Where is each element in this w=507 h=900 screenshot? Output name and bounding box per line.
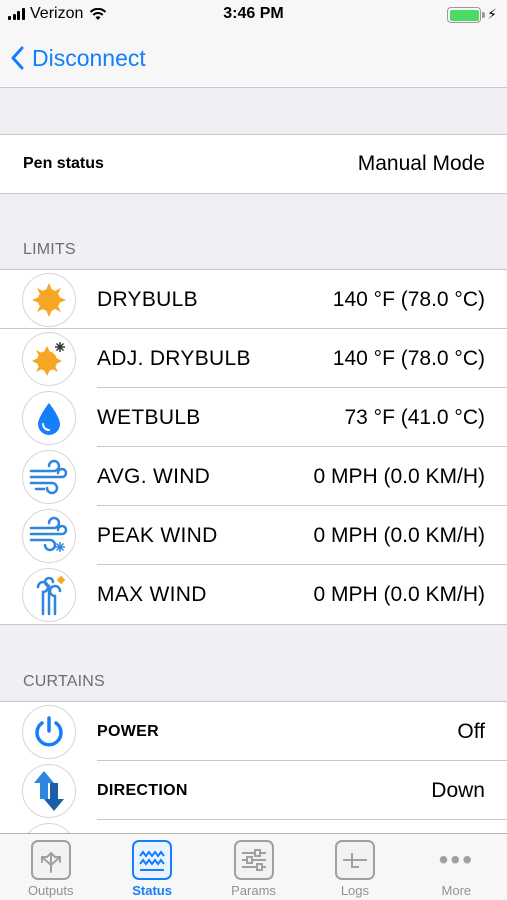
- sliders-icon: [233, 840, 274, 880]
- limit-value-adj-drybulb: 140 °F (78.0 °C): [332, 346, 485, 370]
- disconnect-back-button[interactable]: Disconnect: [10, 40, 146, 76]
- tab-bar: Outputs Status Params Logs ••• More: [0, 833, 507, 900]
- limits-section-header: LIMITS: [23, 241, 76, 258]
- limit-row-max-wind[interactable]: MAX WIND 0 MPH (0.0 KM/H): [0, 565, 507, 624]
- tab-params[interactable]: Params: [203, 834, 304, 900]
- limit-row-avg-wind[interactable]: AVG. WIND 0 MPH (0.0 KM/H): [0, 447, 507, 506]
- curtain-value-direction: Down: [431, 778, 485, 802]
- limit-value-peak-wind: 0 MPH (0.0 KM/H): [313, 523, 485, 547]
- limit-row-peak-wind[interactable]: PEAK WIND 0 MPH (0.0 KM/H): [0, 506, 507, 565]
- logs-icon: [334, 840, 375, 880]
- curtain-label-direction: DIRECTION: [97, 781, 188, 799]
- limit-value-wetbulb: 73 °F (41.0 °C): [344, 405, 485, 429]
- limit-label-avg-wind: AVG. WIND: [97, 464, 211, 488]
- status-bar: Verizon 3:46 PM ⚡: [0, 0, 507, 30]
- wind-icon: [22, 450, 76, 504]
- limit-value-avg-wind: 0 MPH (0.0 KM/H): [313, 464, 485, 488]
- back-label: Disconnect: [32, 44, 146, 71]
- water-drop-icon: [22, 391, 76, 445]
- power-icon: [22, 705, 76, 759]
- tab-logs-label: Logs: [340, 883, 370, 898]
- battery-icon: [447, 7, 485, 23]
- tab-status-label: Status: [132, 883, 172, 898]
- sun-adjust-icon: [22, 332, 76, 386]
- tab-params-label: Params: [231, 883, 276, 898]
- pen-status-label: Pen status: [23, 155, 104, 172]
- outputs-icon: [30, 840, 71, 880]
- status-wave-icon: [132, 840, 173, 880]
- more-dots-icon: •••: [438, 844, 475, 875]
- tab-logs[interactable]: Logs: [304, 834, 405, 900]
- curtain-value-power: Off: [457, 719, 485, 743]
- curtains-group: POWER Off DIRECTION Down: [0, 701, 507, 877]
- chevron-left-icon: [11, 46, 24, 70]
- tab-more[interactable]: ••• More: [406, 834, 507, 900]
- limit-row-adj-drybulb[interactable]: ADJ. DRYBULB 140 °F (78.0 °C): [0, 329, 507, 388]
- wind-peak-icon: [22, 509, 76, 563]
- curtain-row-direction[interactable]: DIRECTION Down: [0, 761, 507, 820]
- limit-row-drybulb[interactable]: DRYBULB 140 °F (78.0 °C): [0, 270, 507, 329]
- curtain-label-power: POWER: [97, 722, 159, 740]
- limits-group: DRYBULB 140 °F (78.0 °C) ADJ. DRYBULB 14…: [0, 269, 507, 625]
- tab-more-label: More: [441, 883, 472, 898]
- pen-status-value: Manual Mode: [357, 152, 485, 175]
- limit-label-drybulb: DRYBULB: [97, 287, 198, 311]
- curtains-section-header: CURTAINS: [23, 673, 105, 690]
- limit-value-max-wind: 0 MPH (0.0 KM/H): [313, 582, 485, 606]
- sun-icon: [22, 273, 76, 327]
- limit-label-peak-wind: PEAK WIND: [97, 523, 218, 547]
- pen-status-group: Pen status Manual Mode: [0, 134, 507, 194]
- direction-arrows-icon: [22, 764, 76, 818]
- wind-max-icon: [22, 568, 76, 622]
- navigation-bar: Disconnect: [0, 30, 507, 88]
- limit-value-drybulb: 140 °F (78.0 °C): [332, 287, 485, 311]
- limit-label-adj-drybulb: ADJ. DRYBULB: [97, 346, 251, 370]
- pen-status-row[interactable]: Pen status Manual Mode: [0, 135, 507, 193]
- clock: 3:46 PM: [223, 5, 284, 22]
- tab-outputs-label: Outputs: [27, 883, 74, 898]
- curtain-row-power[interactable]: POWER Off: [0, 702, 507, 761]
- limit-label-wetbulb: WETBULB: [97, 405, 201, 429]
- limit-row-wetbulb[interactable]: WETBULB 73 °F (41.0 °C): [0, 388, 507, 447]
- limit-label-max-wind: MAX WIND: [97, 582, 207, 606]
- tab-outputs[interactable]: Outputs: [0, 834, 101, 900]
- charging-bolt-icon: ⚡: [487, 6, 497, 22]
- tab-status[interactable]: Status: [101, 834, 202, 900]
